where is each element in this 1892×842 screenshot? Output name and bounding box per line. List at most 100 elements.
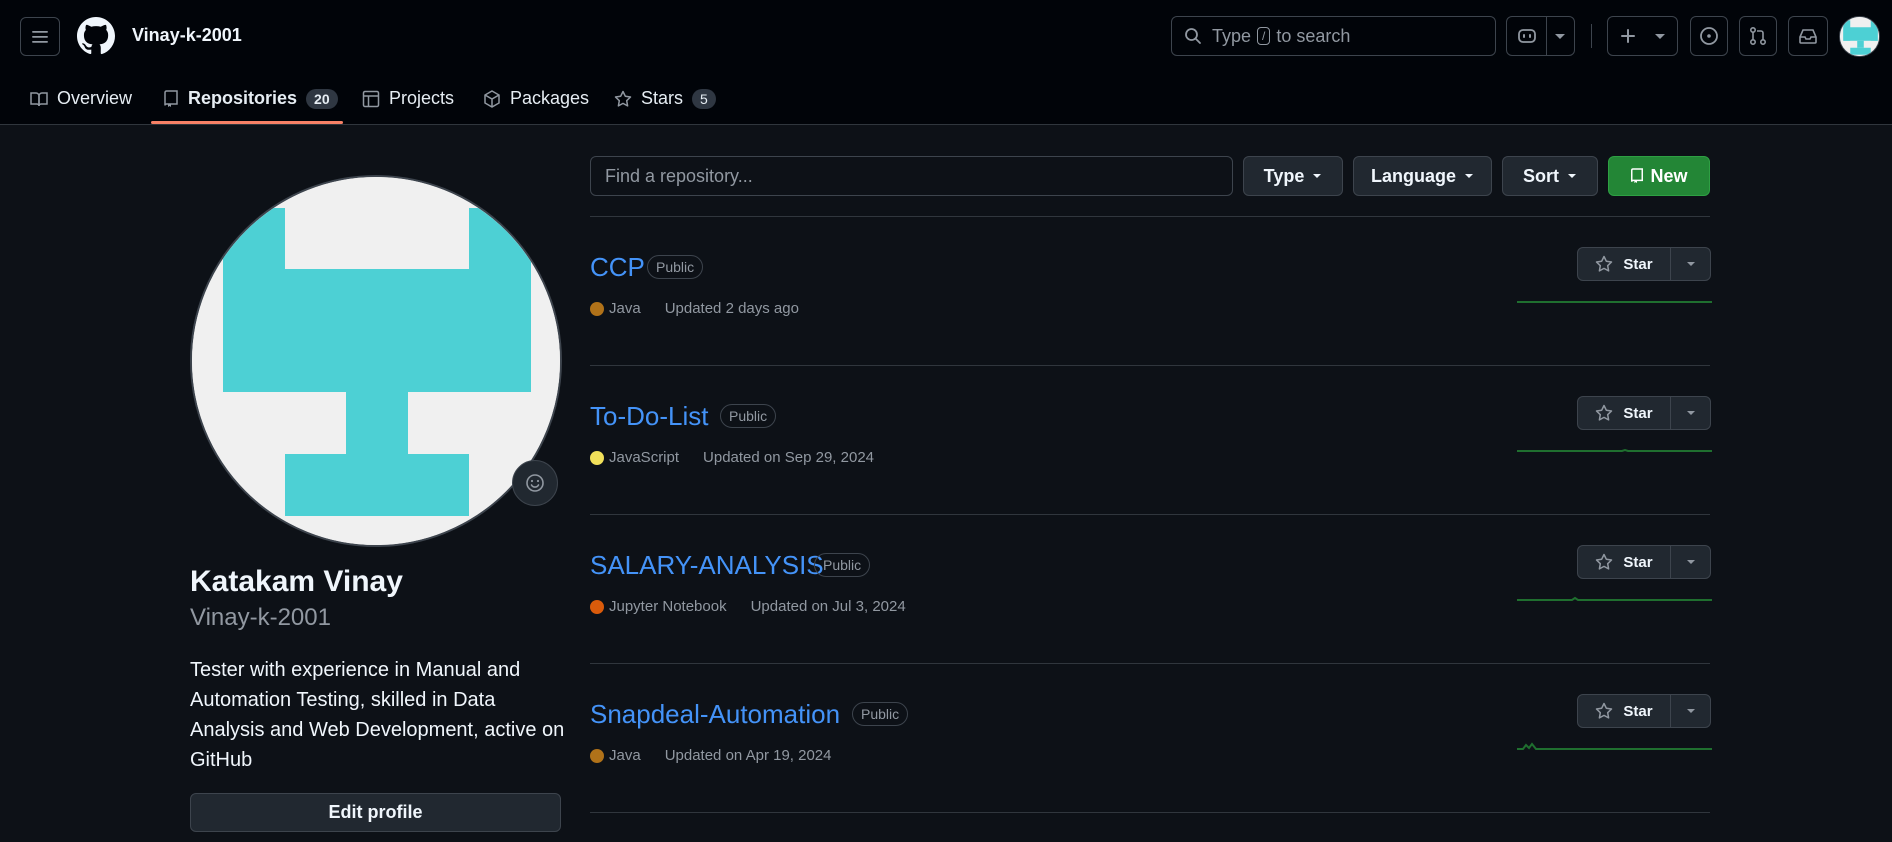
chevron-down-icon[interactable] bbox=[1554, 31, 1566, 41]
repo-updated: Updated on Sep 29, 2024 bbox=[703, 449, 875, 466]
star-icon bbox=[1595, 255, 1613, 273]
sort-filter-button[interactable]: Sort bbox=[1502, 156, 1598, 196]
active-tab-indicator bbox=[151, 121, 343, 124]
profile-full-name: Katakam Vinay bbox=[190, 565, 403, 598]
activity-sparkline bbox=[1517, 448, 1712, 452]
new-repository-button[interactable]: New bbox=[1608, 156, 1710, 196]
caret-down-icon bbox=[1464, 172, 1474, 180]
hamburger-icon bbox=[32, 30, 48, 43]
caret-down-icon bbox=[1567, 172, 1577, 180]
copilot-button-group[interactable] bbox=[1506, 16, 1575, 56]
create-new-button[interactable] bbox=[1607, 16, 1678, 56]
tab-overview[interactable]: Overview bbox=[30, 72, 132, 125]
repo-language: Jupyter Notebook bbox=[609, 598, 727, 615]
star-button[interactable]: Star bbox=[1578, 546, 1670, 578]
tab-label: Projects bbox=[389, 88, 455, 108]
star-label: Star bbox=[1623, 255, 1653, 273]
tab-packages[interactable]: Packages bbox=[483, 72, 589, 125]
profile-tabs: Overview Repositories 20 Projects Packag… bbox=[0, 72, 1892, 125]
type-filter-button[interactable]: Type bbox=[1243, 156, 1343, 196]
visibility-badge: Public bbox=[814, 553, 871, 577]
tab-stars[interactable]: Stars 5 bbox=[614, 72, 716, 125]
find-repository-input[interactable] bbox=[590, 156, 1233, 196]
visibility-badge: Public bbox=[720, 404, 777, 428]
profile-avatar[interactable] bbox=[190, 175, 562, 547]
language-color-dot bbox=[590, 301, 604, 316]
repo-item: To-Do-List Public JavaScript Updated on … bbox=[590, 365, 1712, 514]
repo-name-link[interactable]: To-Do-List bbox=[590, 401, 708, 432]
edit-profile-button[interactable]: Edit profile bbox=[190, 793, 561, 832]
set-status-button[interactable] bbox=[512, 460, 558, 506]
inbox-button[interactable] bbox=[1788, 16, 1828, 56]
repo-meta: Java Updated on Apr 19, 2024 bbox=[590, 747, 832, 764]
star-list-dropdown[interactable] bbox=[1671, 695, 1711, 727]
header-divider bbox=[1591, 24, 1592, 48]
activity-sparkline bbox=[1517, 596, 1712, 601]
repo-name-link[interactable]: SALARY-ANALYSIS bbox=[590, 550, 824, 581]
divider bbox=[590, 812, 1710, 813]
visibility-badge: Public bbox=[647, 255, 704, 279]
search-prefix: Type bbox=[1212, 25, 1252, 46]
top-bar: Vinay-k-2001 Type / to search bbox=[0, 0, 1892, 72]
caret-down-icon bbox=[1687, 411, 1695, 415]
repo-meta: Jupyter Notebook Updated on Jul 3, 2024 bbox=[590, 598, 906, 615]
repo-updated: Updated on Jul 3, 2024 bbox=[750, 598, 906, 615]
language-color-dot bbox=[590, 599, 604, 614]
caret-down-icon bbox=[1687, 709, 1695, 713]
caret-down-icon bbox=[1687, 560, 1695, 564]
sort-filter-label: Sort bbox=[1523, 165, 1559, 186]
star-button[interactable]: Star bbox=[1578, 695, 1670, 727]
repo-name-link[interactable]: Snapdeal-Automation bbox=[590, 699, 840, 730]
activity-sparkline bbox=[1517, 301, 1712, 303]
star-icon bbox=[1595, 404, 1613, 422]
star-button[interactable]: Star bbox=[1578, 397, 1670, 429]
star-button-group: Star bbox=[1577, 694, 1711, 728]
repo-language: JavaScript bbox=[609, 449, 680, 466]
global-header: Vinay-k-2001 Type / to search Overview R… bbox=[0, 0, 1892, 125]
smiley-icon bbox=[526, 474, 544, 492]
language-color-dot bbox=[590, 748, 604, 763]
package-icon bbox=[483, 89, 501, 108]
visibility-badge: Public bbox=[852, 702, 909, 726]
repo-meta: Java Updated 2 days ago bbox=[590, 300, 799, 317]
language-color-dot bbox=[590, 450, 604, 465]
star-list-dropdown[interactable] bbox=[1671, 546, 1711, 578]
tab-label: Packages bbox=[510, 88, 590, 108]
star-button[interactable]: Star bbox=[1578, 248, 1670, 280]
star-list-dropdown[interactable] bbox=[1671, 248, 1711, 280]
repo-name-link[interactable]: CCP bbox=[590, 252, 645, 283]
caret-down-icon bbox=[1312, 172, 1322, 180]
repo-meta: JavaScript Updated on Sep 29, 2024 bbox=[590, 449, 874, 466]
book-icon bbox=[30, 90, 48, 108]
profile-bio: Tester with experience in Manual and Aut… bbox=[190, 659, 565, 771]
chevron-down-icon bbox=[1654, 31, 1666, 41]
activity-sparkline bbox=[1517, 742, 1712, 750]
user-avatar[interactable] bbox=[1839, 16, 1880, 57]
language-filter-button[interactable]: Language bbox=[1353, 156, 1492, 196]
repo-item: Snapdeal-Automation Public Java Updated … bbox=[590, 663, 1712, 812]
github-logo-icon[interactable] bbox=[77, 17, 115, 55]
star-icon bbox=[1595, 553, 1613, 571]
copilot-icon[interactable] bbox=[1517, 27, 1537, 45]
pull-requests-button[interactable] bbox=[1739, 16, 1777, 56]
issue-opened-icon bbox=[1700, 27, 1718, 45]
issues-button[interactable] bbox=[1690, 16, 1728, 56]
star-icon bbox=[1595, 702, 1613, 720]
search-bar[interactable]: Type / to search bbox=[1171, 16, 1496, 56]
tab-repositories[interactable]: Repositories 20 bbox=[163, 72, 338, 125]
star-list-dropdown[interactable] bbox=[1671, 397, 1711, 429]
tab-projects[interactable]: Projects bbox=[362, 72, 454, 125]
star-button-group: Star bbox=[1577, 396, 1711, 430]
tab-label: Stars bbox=[641, 88, 684, 108]
star-label: Star bbox=[1623, 702, 1653, 720]
header-username[interactable]: Vinay-k-2001 bbox=[132, 25, 242, 46]
table-icon bbox=[362, 90, 380, 108]
repo-icon bbox=[163, 89, 179, 108]
search-icon bbox=[1184, 27, 1202, 45]
git-pull-request-icon bbox=[1749, 26, 1767, 46]
repo-icon bbox=[1630, 168, 1644, 184]
menu-button[interactable] bbox=[20, 17, 60, 56]
repo-language: Java bbox=[609, 747, 641, 764]
star-button-group: Star bbox=[1577, 545, 1711, 579]
language-filter-label: Language bbox=[1370, 165, 1456, 186]
